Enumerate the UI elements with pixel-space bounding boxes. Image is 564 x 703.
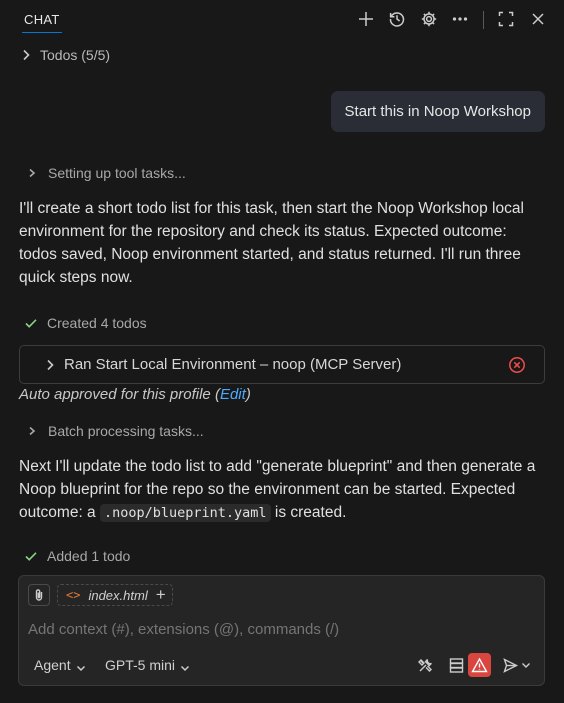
send-icon[interactable]: [499, 654, 521, 676]
assistant-message-1: I'll create a short todo list for this t…: [19, 197, 544, 289]
chat-composer: <> index.html + Agent GPT-5 mini: [18, 575, 545, 686]
history-icon[interactable]: [387, 9, 407, 29]
created-todos-status: Created 4 todos: [24, 313, 147, 333]
inline-code: .noop/blueprint.yaml: [100, 504, 271, 522]
chevron-right-icon: [24, 423, 40, 439]
active-tab-indicator: [22, 32, 62, 33]
error-circle-icon: [508, 356, 526, 374]
thinking-label: Batch processing tasks...: [48, 423, 204, 439]
chat-input[interactable]: [28, 621, 533, 638]
check-icon: [24, 316, 38, 330]
thinking-toggle-2[interactable]: Batch processing tasks...: [24, 421, 204, 441]
context-file-chip[interactable]: <> index.html +: [57, 584, 173, 606]
todos-toggle[interactable]: Todos (5/5): [18, 45, 110, 65]
model-label: GPT-5 mini: [105, 657, 176, 673]
file-chip-label: index.html: [88, 587, 148, 603]
code-file-icon: <>: [66, 588, 81, 602]
server-icon[interactable]: [445, 654, 467, 676]
auto-approved-text: Auto approved for this profile (: [19, 386, 220, 403]
model-dropdown[interactable]: GPT-5 mini: [105, 654, 190, 676]
assistant-message-2: Next I'll update the todo list to add "g…: [19, 455, 544, 525]
maximize-icon[interactable]: [496, 9, 516, 29]
message-text: I'll create a short todo list for this t…: [19, 200, 524, 286]
edit-link[interactable]: Edit: [220, 386, 246, 403]
mode-dropdown[interactable]: Agent: [34, 654, 86, 676]
thinking-label: Setting up tool tasks...: [48, 165, 186, 181]
warning-icon: [471, 657, 488, 672]
gear-icon[interactable]: [419, 9, 439, 29]
chevron-right-icon: [24, 165, 40, 181]
add-context-icon[interactable]: +: [156, 585, 166, 605]
auto-approved-note: Auto approved for this profile (Edit): [19, 386, 251, 403]
chevron-down-icon: [76, 660, 86, 672]
todos-label: Todos (5/5): [40, 47, 111, 63]
more-icon[interactable]: [450, 9, 470, 29]
close-icon[interactable]: [528, 9, 548, 29]
send-options-chevron-icon[interactable]: [519, 654, 533, 676]
tool-call-item[interactable]: Ran Start Local Environment – noop (MCP …: [19, 345, 545, 384]
added-todo-status: Added 1 todo: [24, 547, 130, 565]
attach-button[interactable]: [28, 584, 50, 606]
user-message: Start this in Noop Workshop: [330, 91, 545, 132]
warning-button[interactable]: [468, 653, 491, 677]
chevron-right-icon: [18, 47, 34, 63]
tool-call-label: Ran Start Local Environment – noop (MCP …: [64, 356, 402, 373]
thinking-toggle-1[interactable]: Setting up tool tasks...: [24, 163, 186, 183]
status-label: Created 4 todos: [47, 315, 147, 331]
paperclip-icon: [35, 589, 43, 601]
composer-toolbar: Agent GPT-5 mini: [19, 653, 546, 677]
chevron-right-icon: [42, 357, 58, 373]
tab-chat[interactable]: CHAT: [24, 12, 60, 27]
tools-icon[interactable]: [414, 654, 436, 676]
auto-approved-suffix: ): [245, 386, 251, 403]
header-divider: [483, 11, 484, 29]
status-label: Added 1 todo: [47, 548, 131, 564]
plus-icon[interactable]: [356, 9, 376, 29]
chat-header: CHAT: [0, 0, 564, 40]
mode-label: Agent: [34, 657, 71, 673]
message-text: Next I'll update the todo list to add "g…: [19, 455, 544, 525]
chevron-down-icon: [180, 660, 190, 672]
check-icon: [24, 549, 38, 563]
message-text-after: is created.: [270, 504, 347, 521]
